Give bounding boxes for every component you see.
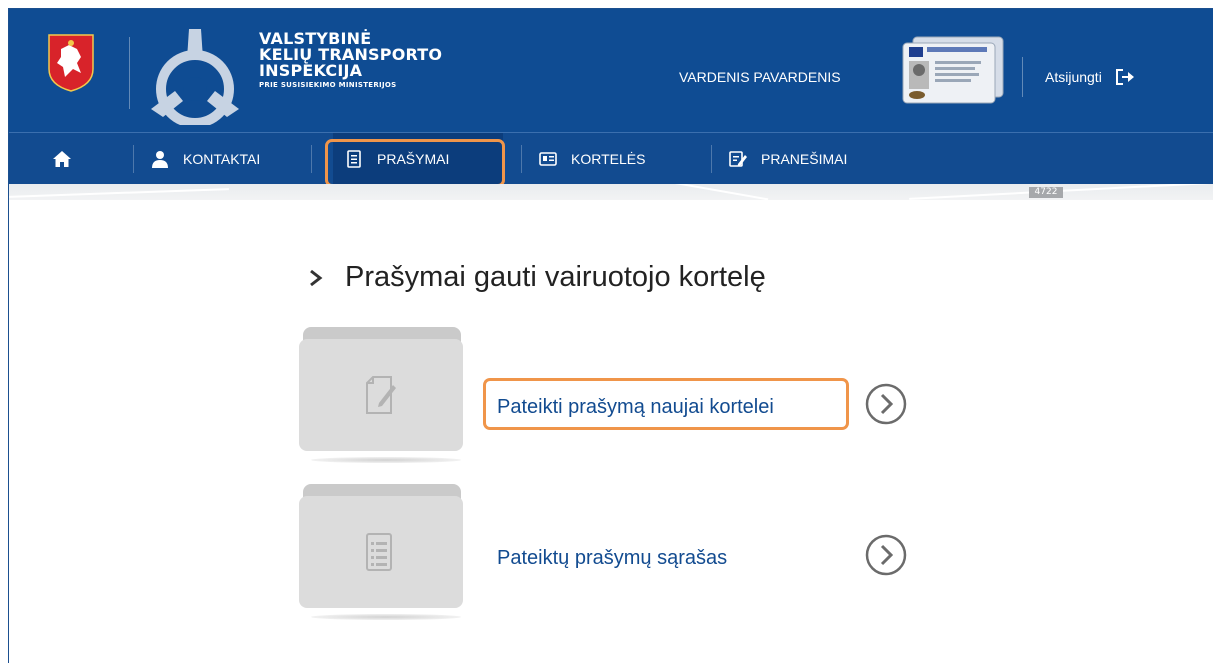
id-card-icon [539, 152, 557, 166]
edit-document-icon [366, 376, 396, 414]
logout-button[interactable]: Atsijungti [1045, 68, 1134, 86]
driver-license-image [902, 36, 1004, 104]
nav-highlight-box [325, 139, 505, 187]
edit-note-icon [729, 151, 747, 167]
nav-item-label: KORTELĖS [571, 151, 646, 167]
nav-item-kontaktai[interactable]: KONTAKTAI [151, 133, 260, 185]
list-document-icon [366, 533, 392, 571]
vkti-logo [151, 29, 239, 125]
submitted-requests-tile[interactable] [299, 484, 467, 634]
nav-item-pranesimai[interactable]: PRANEŠIMAI [729, 133, 847, 185]
map-road-tag: 4722 [1029, 187, 1063, 198]
nav-item-korteles[interactable]: KORTELĖS [539, 133, 645, 185]
page-title-text: Prašymai gauti vairuotojo kortelę [345, 261, 766, 293]
logout-icon [1115, 69, 1134, 85]
app-frame: VALSTYBINĖ KELIŲ TRANSPORTO INSPEKCIJA P… [8, 8, 1213, 663]
new-card-request-tile[interactable] [299, 327, 467, 477]
person-icon [152, 151, 168, 168]
page-title: Prašymai gauti vairuotojo kortelę [309, 261, 766, 294]
nav-item-label: PRANEŠIMAI [761, 151, 848, 167]
site-header: VALSTYBINĖ KELIŲ TRANSPORTO INSPEKCIJA P… [9, 9, 1213, 132]
nav-item-label: KONTAKTAI [183, 151, 261, 167]
brand-text: VALSTYBINĖ KELIŲ TRANSPORTO INSPEKCIJA P… [259, 31, 442, 90]
logout-label: Atsijungti [1045, 69, 1102, 85]
main-nav: KONTAKTAI PRAŠYMAI KORTELĖS PRANEŠIMAI [9, 132, 1213, 185]
chevron-right-icon [310, 269, 323, 286]
user-name: VARDENIS PAVARDENIS [679, 69, 841, 85]
nav-home[interactable] [53, 133, 89, 185]
action-highlight-box [483, 378, 849, 430]
chevron-circle-right-icon[interactable] [865, 383, 907, 425]
home-icon [53, 151, 71, 167]
coat-of-arms-logo [48, 34, 94, 92]
brand-subtitle: PRIE SUSISIEKIMO MINISTERIJOS [259, 81, 397, 89]
brand-line-3: INSPEKCIJA [259, 61, 363, 80]
submitted-requests-link[interactable]: Pateiktų prašymų sąrašas [497, 547, 727, 570]
chevron-circle-right-icon[interactable] [865, 534, 907, 576]
